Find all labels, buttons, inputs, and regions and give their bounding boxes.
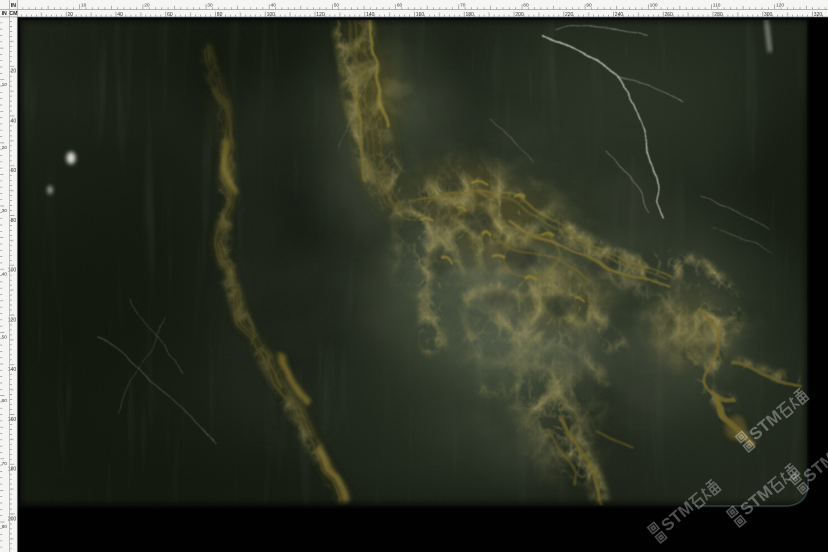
svg-text:100: 100 <box>8 268 17 274</box>
svg-text:IN: IN <box>11 3 16 9</box>
svg-text:100: 100 <box>650 3 658 9</box>
svg-text:200: 200 <box>8 516 17 522</box>
svg-text:50: 50 <box>2 335 8 341</box>
svg-text:120: 120 <box>8 317 17 323</box>
svg-text:20: 20 <box>11 69 17 75</box>
svg-text:10: 10 <box>81 3 87 9</box>
svg-text:80: 80 <box>2 524 8 530</box>
svg-text:60: 60 <box>397 3 403 9</box>
svg-text:60: 60 <box>11 168 17 174</box>
svg-text:30: 30 <box>2 208 8 214</box>
svg-text:20: 20 <box>2 145 8 151</box>
svg-text:180: 180 <box>8 467 17 473</box>
svg-text:70: 70 <box>2 461 8 467</box>
svg-text:80: 80 <box>11 218 17 224</box>
svg-text:40: 40 <box>11 118 17 124</box>
svg-text:80: 80 <box>523 3 529 9</box>
svg-text:140: 140 <box>8 367 17 373</box>
svg-text:30: 30 <box>207 3 213 9</box>
svg-text:40: 40 <box>2 271 8 277</box>
svg-text:90: 90 <box>586 3 592 9</box>
svg-text:20: 20 <box>144 3 150 9</box>
svg-text:160: 160 <box>8 417 17 423</box>
svg-text:120: 120 <box>776 3 784 9</box>
svg-text:50: 50 <box>334 3 340 9</box>
svg-text:40: 40 <box>271 3 277 9</box>
svg-text:110: 110 <box>713 3 721 9</box>
svg-text:60: 60 <box>2 398 8 404</box>
svg-text:CM: CM <box>9 11 17 17</box>
svg-text:IN: IN <box>2 11 7 17</box>
svg-text:10: 10 <box>2 82 8 88</box>
svg-text:70: 70 <box>460 3 466 9</box>
